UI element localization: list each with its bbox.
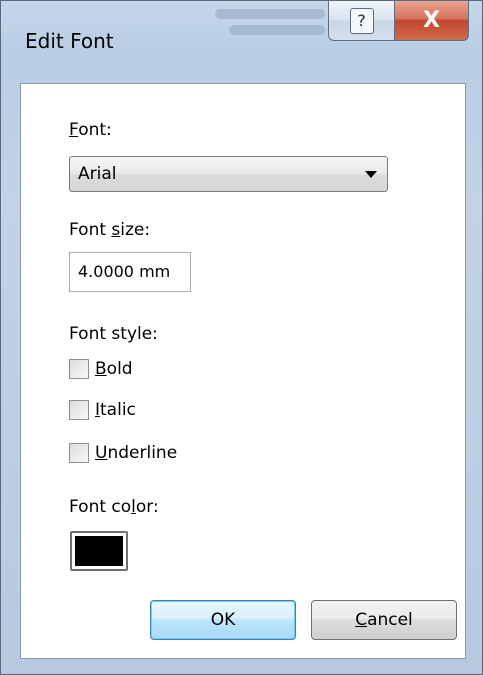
help-button[interactable]: ?: [328, 1, 395, 41]
bold-label: Bold: [95, 359, 133, 379]
window-title: Edit Font: [25, 29, 114, 53]
font-style-label: Font style:: [69, 324, 158, 344]
font-label: Font:: [69, 120, 112, 140]
bold-checkbox[interactable]: [69, 359, 89, 379]
bold-checkbox-row[interactable]: Bold: [69, 356, 133, 382]
font-select-value: Arial: [78, 164, 117, 184]
font-color-label: Font color:: [69, 497, 159, 517]
background-blur: [229, 25, 325, 35]
dialog-body: Font: Arial Font size: 4.0000 mm Font st…: [20, 83, 466, 659]
font-select[interactable]: Arial: [69, 156, 388, 192]
italic-label: Italic: [95, 400, 136, 420]
italic-checkbox[interactable]: [69, 400, 89, 420]
cancel-button[interactable]: Cancel: [311, 600, 457, 640]
close-icon: X: [423, 8, 440, 33]
chevron-down-icon: [365, 171, 377, 178]
underline-checkbox[interactable]: [69, 443, 89, 463]
ok-button[interactable]: OK: [150, 600, 296, 640]
close-button[interactable]: X: [394, 1, 469, 41]
title-bar[interactable]: Edit Font ? X: [1, 1, 482, 83]
font-color-button[interactable]: [70, 531, 128, 571]
edit-font-dialog: Edit Font ? X Font: Arial Font size: 4.0…: [0, 0, 483, 675]
underline-checkbox-row[interactable]: Underline: [69, 440, 177, 466]
help-icon: ?: [349, 7, 374, 34]
italic-checkbox-row[interactable]: Italic: [69, 397, 136, 423]
underline-label: Underline: [95, 443, 178, 463]
background-blur: [215, 9, 325, 19]
color-swatch: [75, 536, 123, 566]
font-size-input[interactable]: 4.0000 mm: [69, 252, 191, 292]
font-size-label: Font size:: [69, 220, 151, 240]
